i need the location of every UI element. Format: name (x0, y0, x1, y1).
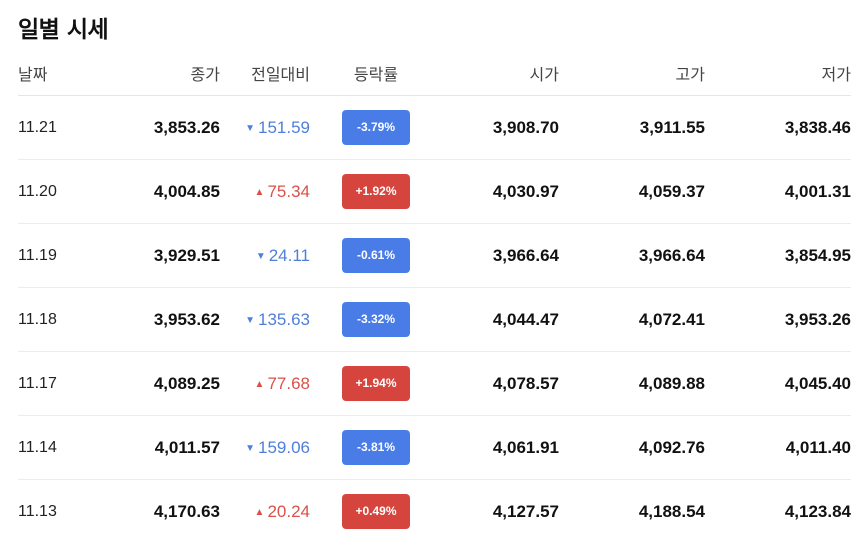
cell-high: 4,092.76 (559, 415, 705, 480)
cell-rate: +0.49% (310, 480, 428, 543)
page-title: 일별 시세 (18, 17, 109, 43)
cell-rate: -3.81% (310, 415, 428, 480)
cell-rate: -3.32% (310, 287, 428, 352)
cell-close: 3,929.51 (108, 223, 220, 288)
cell-low: 3,838.46 (705, 95, 851, 160)
cell-low: 4,001.31 (705, 159, 851, 224)
rate-badge: +0.49% (342, 494, 410, 529)
cell-date: 11.20 (18, 159, 108, 224)
change-value: 151.59 (258, 117, 310, 137)
header-high: 고가 (559, 50, 705, 96)
cell-close: 3,953.62 (108, 287, 220, 352)
change-value: 24.11 (268, 245, 310, 265)
cell-date: 11.18 (18, 287, 108, 352)
cell-open: 4,044.47 (428, 287, 559, 352)
table-row: 11.13 4,170.63 ▲ 20.24 +0.49% 4,127.57 4,188.5… (18, 480, 851, 543)
cell-date: 11.21 (18, 95, 108, 160)
cell-high: 4,089.88 (559, 351, 705, 416)
cell-rate: -0.61% (310, 223, 428, 288)
cell-open: 4,061.91 (428, 415, 559, 480)
triangle-up-icon: ▲ (254, 378, 265, 390)
cell-close: 4,011.57 (108, 415, 220, 480)
cell-rate: -3.79% (310, 95, 428, 160)
cell-close: 4,089.25 (108, 351, 220, 416)
rate-badge: -0.61% (342, 238, 410, 273)
cell-high: 4,072.41 (559, 287, 705, 352)
cell-high: 3,966.64 (559, 223, 705, 288)
triangle-up-icon: ▲ (254, 186, 265, 198)
table-row: 11.18 3,953.62 ▼ 135.63 -3.32% 4,044.47 4,072.… (18, 287, 851, 352)
cell-date: 11.13 (18, 502, 57, 520)
cell-low: 4,045.40 (705, 351, 851, 416)
cell-low: 4,011.40 (705, 415, 851, 480)
rate-badge: +1.94% (342, 366, 410, 401)
cell-open: 4,127.57 (492, 501, 559, 521)
change-value: 159.06 (258, 437, 310, 457)
cell-change: ▲ 77.68 (220, 351, 310, 416)
cell-change: ▼ 151.59 (220, 95, 310, 160)
triangle-down-icon: ▼ (245, 314, 255, 326)
cell-close: 4,004.85 (108, 159, 220, 224)
header-change: 전일대비 (220, 50, 310, 96)
cell-low: 4,123.84 (784, 501, 851, 521)
change-value: 20.24 (267, 501, 310, 521)
table-row: 11.14 4,011.57 ▼ 159.06 -3.81% 4,061.91 4,092.… (18, 415, 851, 480)
table-header-row: 날짜 종가 전일대비 등락률 시가 고가 저가 (18, 50, 851, 96)
cell-change: ▼ 159.06 (220, 415, 310, 480)
cell-change: ▼ 135.63 (220, 287, 310, 352)
triangle-down-icon: ▼ (245, 442, 255, 454)
rate-badge: -3.32% (342, 302, 410, 337)
change-value: 75.34 (267, 181, 310, 201)
cell-change: ▲ 20.24 (220, 480, 310, 543)
cell-close: 3,853.26 (108, 95, 220, 160)
change-value: 77.68 (267, 373, 310, 393)
cell-rate: +1.92% (310, 159, 428, 224)
triangle-down-icon: ▼ (255, 250, 266, 262)
cell-date: 11.14 (18, 415, 108, 480)
header-open: 시가 (428, 50, 559, 96)
cell-low: 3,854.95 (705, 223, 851, 288)
cell-high: 4,059.37 (559, 159, 705, 224)
triangle-up-icon: ▲ (254, 506, 265, 518)
change-value: 135.63 (258, 309, 310, 329)
header-low: 저가 (705, 50, 851, 96)
cell-change: ▲ 75.34 (220, 159, 310, 224)
cell-high: 4,188.54 (638, 501, 705, 521)
cell-open: 4,030.97 (428, 159, 559, 224)
cell-date: 11.19 (18, 223, 108, 288)
cell-open: 4,078.57 (428, 351, 559, 416)
triangle-down-icon: ▼ (245, 122, 255, 134)
header-close: 종가 (108, 50, 220, 96)
table-row: 11.19 3,929.51 ▼ 24.11 -0.61% 3,966.64 3,966.6… (18, 223, 851, 288)
header-date: 날짜 (18, 50, 108, 96)
cell-open: 3,966.64 (428, 223, 559, 288)
table-row: 11.20 4,004.85 ▲ 75.34 +1.92% 4,030.97 4,059.3… (18, 159, 851, 224)
daily-price-table: 날짜 종가 전일대비 등락률 시가 고가 저가 11.21 3,853.26 ▼ 15… (18, 50, 851, 543)
cell-close: 4,170.63 (153, 501, 220, 521)
rate-badge: -3.79% (342, 110, 410, 145)
cell-date: 11.17 (18, 351, 108, 416)
header-rate: 등락률 (310, 50, 428, 96)
cell-change: ▼ 24.11 (220, 223, 310, 288)
rate-badge: -3.81% (342, 430, 410, 465)
cell-open: 3,908.70 (428, 95, 559, 160)
rate-badge: +1.92% (342, 174, 410, 209)
cell-rate: +1.94% (310, 351, 428, 416)
cell-high: 3,911.55 (559, 95, 705, 160)
table-row: 11.17 4,089.25 ▲ 77.68 +1.94% 4,078.57 4,089.8… (18, 351, 851, 416)
cell-low: 3,953.26 (705, 287, 851, 352)
table-row: 11.21 3,853.26 ▼ 151.59 -3.79% 3,908.70 3,911.… (18, 95, 851, 160)
